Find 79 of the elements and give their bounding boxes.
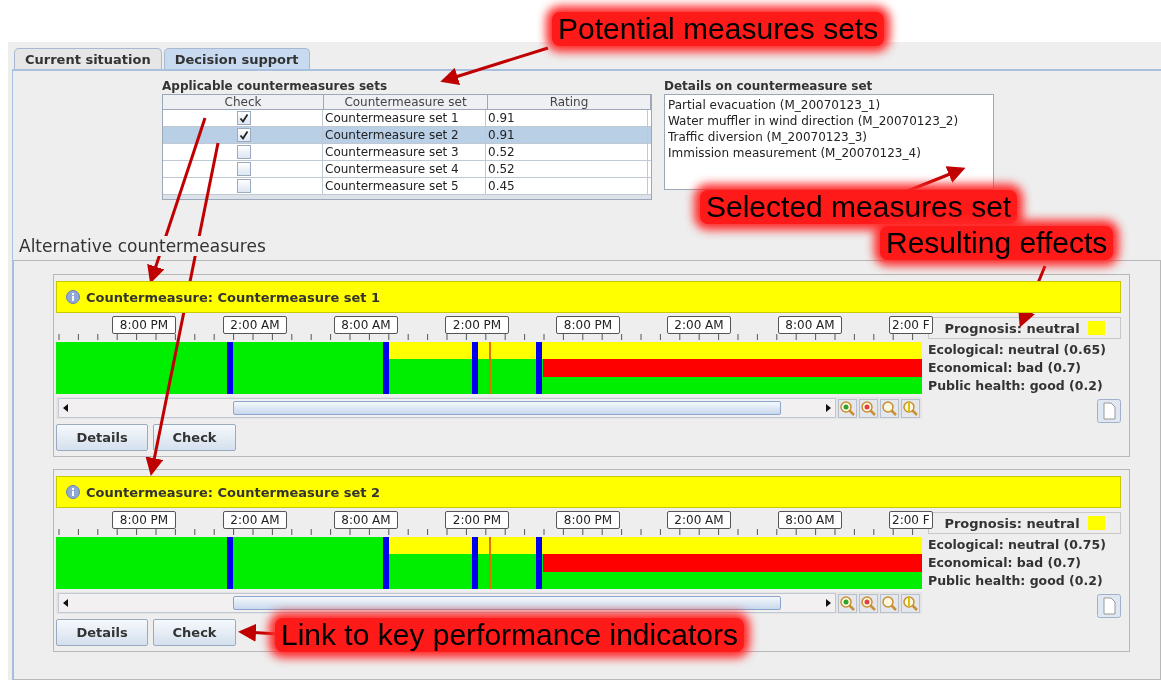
table-row[interactable]: Countermeasure set 2 0.91: [163, 127, 651, 144]
column-header[interactable]: Countermeasure set: [324, 95, 488, 109]
table-cell: Countermeasure set 4: [323, 161, 486, 177]
annotation-label: Link to key performance indicators: [275, 618, 744, 652]
time-label: 2:00 F: [889, 511, 933, 529]
panel-button[interactable]: Check: [153, 424, 236, 451]
time-label: 2:00 PM: [445, 316, 509, 334]
time-label: 2:00 PM: [445, 511, 509, 529]
table-cell: Countermeasure set 5: [323, 178, 486, 194]
checkbox[interactable]: [236, 111, 251, 125]
panel-title: Countermeasure: Countermeasure set 1: [86, 289, 381, 305]
checkbox[interactable]: [236, 162, 251, 176]
magnifier-icon[interactable]: [880, 398, 899, 418]
checkbox[interactable]: [236, 145, 251, 159]
magnifier-icon[interactable]: [859, 398, 878, 418]
details-title: Details on countermeasure set: [664, 79, 874, 93]
magnifier-icon[interactable]: [901, 593, 920, 613]
effect-text: Public health: good (0.2): [928, 377, 1104, 395]
table-cell: 0.52: [486, 161, 648, 177]
time-label: 2:00 AM: [667, 511, 731, 529]
table-cell: 0.91: [486, 127, 648, 143]
list-item[interactable]: Traffic diversion (M_20070123_3): [668, 129, 990, 145]
table-cell: Countermeasure set 1: [323, 110, 486, 126]
prognosis-label: Prognosis: neutral: [944, 320, 1080, 336]
table-cell: 0.45: [486, 178, 648, 194]
effect-text: Economical: bad (0.7): [928, 554, 1083, 572]
time-label: 8:00 PM: [556, 316, 620, 334]
table-row[interactable]: Countermeasure set 5 0.45: [163, 178, 651, 195]
column-header[interactable]: Check: [163, 95, 324, 109]
info-icon: [66, 290, 80, 304]
panel-button[interactable]: Check: [153, 619, 236, 646]
panel-title: Countermeasure: Countermeasure set 2: [86, 484, 381, 500]
scrollbar[interactable]: [58, 398, 836, 418]
time-label: 8:00 PM: [112, 511, 176, 529]
table-row[interactable]: Countermeasure set 3 0.52: [163, 144, 651, 161]
effect-text: Public health: good (0.2): [928, 572, 1104, 590]
effect-text: Ecological: neutral (0.75): [928, 536, 1107, 554]
checkbox[interactable]: [236, 179, 251, 193]
time-label: 8:00 AM: [334, 511, 398, 529]
table-row[interactable]: Countermeasure set 4 0.52: [163, 161, 651, 178]
annotation-label: Potential measures sets: [552, 12, 885, 46]
annotation-label: Selected measures set: [700, 190, 1018, 224]
effect-text: Economical: bad (0.7): [928, 359, 1083, 377]
magnifier-icon[interactable]: [859, 593, 878, 613]
checkbox[interactable]: [236, 128, 251, 142]
table-cell: 0.52: [486, 144, 648, 160]
effect-text: Ecological: neutral (0.65): [928, 341, 1107, 359]
magnifier-icon[interactable]: [901, 398, 920, 418]
magnifier-icon[interactable]: [880, 593, 899, 613]
panel-button[interactable]: Details: [56, 424, 148, 451]
panel-button[interactable]: Details: [56, 619, 148, 646]
annotation-label: Resulting effects: [880, 226, 1114, 260]
time-label: 8:00 AM: [334, 316, 398, 334]
list-item[interactable]: Partial evacuation (M_20070123_1): [668, 97, 990, 113]
info-icon: [66, 485, 80, 499]
tab[interactable]: Decision support: [163, 48, 310, 69]
time-label: 2:00 F: [889, 316, 933, 334]
table-cell: 0.91: [486, 110, 648, 126]
scroll-thumb[interactable]: [233, 596, 781, 610]
prognosis-label: Prognosis: neutral: [944, 515, 1080, 531]
time-label: 8:00 AM: [778, 511, 842, 529]
list-item[interactable]: Immission measurement (M_20070123_4): [668, 145, 990, 161]
time-label: 8:00 PM: [556, 511, 620, 529]
time-label: 8:00 PM: [112, 316, 176, 334]
time-label: 2:00 AM: [223, 316, 287, 334]
tab[interactable]: Current situation: [14, 48, 162, 69]
document-icon[interactable]: [1097, 594, 1121, 618]
time-label: 8:00 AM: [778, 316, 842, 334]
document-icon[interactable]: [1097, 399, 1121, 423]
time-label: 2:00 AM: [667, 316, 731, 334]
column-header[interactable]: Rating: [488, 95, 651, 109]
table-title: Applicable countermeasures sets: [162, 79, 389, 93]
scrollbar[interactable]: [58, 593, 836, 613]
table-cell: Countermeasure set 3: [323, 144, 486, 160]
table-cell: Countermeasure set 2: [323, 127, 486, 143]
scroll-thumb[interactable]: [233, 401, 781, 415]
list-item[interactable]: Water muffler in wind direction (M_20070123_2): [668, 113, 990, 129]
time-label: 2:00 AM: [223, 511, 287, 529]
section-title: Alternative countermeasures: [19, 236, 266, 256]
